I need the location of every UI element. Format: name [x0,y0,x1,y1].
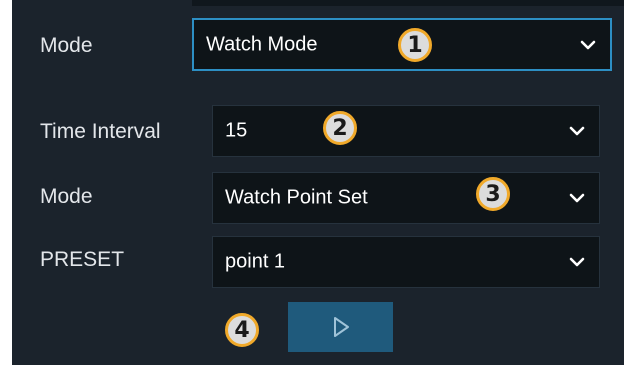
chevron-down-icon [569,193,585,203]
settings-panel: Mode Watch Mode Time Interval 15 Mode Wa… [12,0,624,365]
chevron-down-icon [580,40,596,49]
preset-select[interactable]: point 1 [212,236,600,288]
callout-badge-3: 3 [476,177,510,211]
top-field-edge [192,0,624,6]
callout-badge-2: 2 [323,111,357,145]
chevron-down-icon [569,126,585,136]
callout-badge-4: 4 [225,313,259,347]
preset-label: PRESET [40,248,125,271]
mode2-label: Mode [40,185,93,208]
mode2-select[interactable]: Watch Point Set [212,172,600,224]
time-interval-select[interactable]: 15 [212,105,600,157]
mode-label: Mode [40,34,93,57]
callout-badge-1: 1 [398,28,432,62]
preset-select-value: point 1 [225,250,286,273]
mode-select-value: Watch Mode [206,33,318,55]
time-interval-value: 15 [225,119,248,142]
play-button[interactable] [288,302,393,352]
mode2-select-value: Watch Point Set [225,186,368,209]
time-interval-label: Time Interval [40,120,161,143]
chevron-down-icon [569,257,585,267]
play-icon [333,317,349,337]
